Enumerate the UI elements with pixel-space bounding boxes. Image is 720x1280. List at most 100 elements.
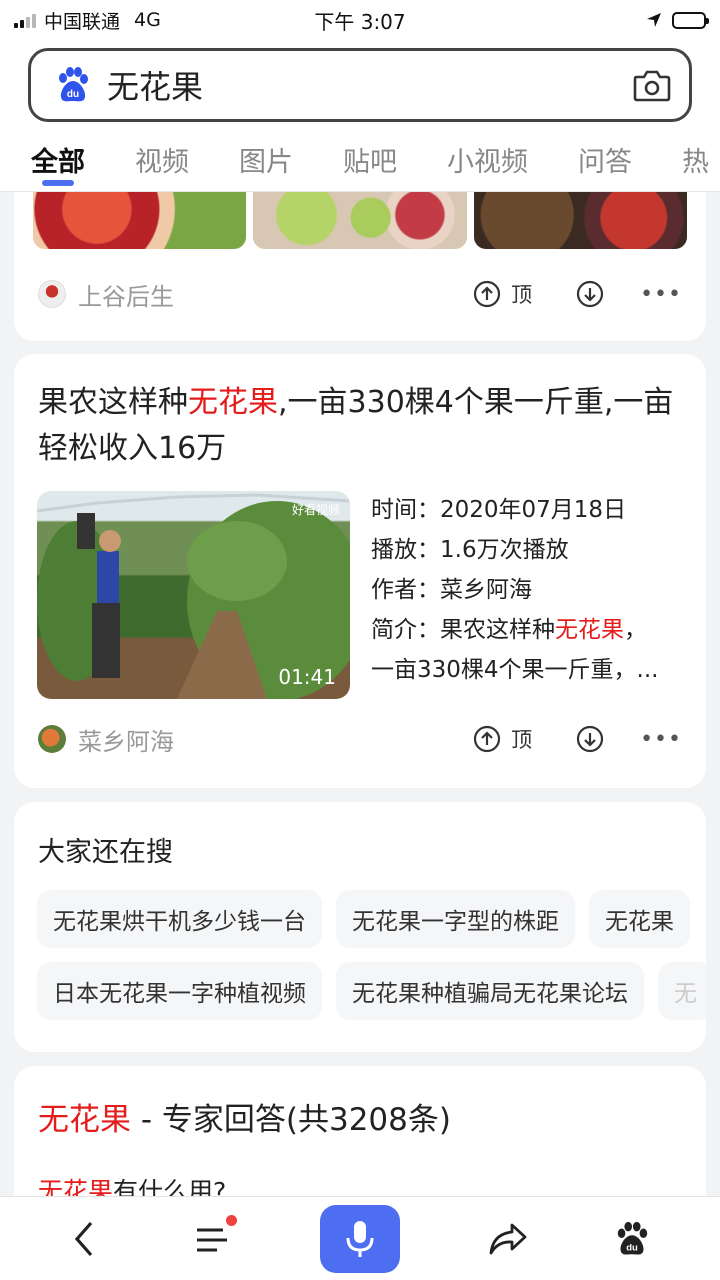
source-info[interactable]: 菜乡阿海 bbox=[38, 722, 174, 757]
tab-hot[interactable]: 热 bbox=[682, 130, 709, 179]
expert-question[interactable]: 无花果有什么用? bbox=[38, 1172, 226, 1196]
meta-intro: 简介：果农这样种无花果， bbox=[371, 610, 691, 650]
svg-text:du: du bbox=[626, 1242, 638, 1253]
downvote-icon bbox=[576, 725, 604, 753]
menu-button[interactable] bbox=[180, 1197, 244, 1280]
related-search-chip[interactable]: 无花果一字型的株距 bbox=[336, 890, 575, 948]
downvote-button[interactable] bbox=[576, 725, 604, 753]
video-meta: 时间：2020年07月18日 播放：1.6万次播放 作者：菜乡阿海 简介：果农这… bbox=[371, 490, 691, 690]
tab-images[interactable]: 图片 bbox=[239, 130, 293, 179]
source-avatar bbox=[38, 725, 66, 753]
tab-video[interactable]: 视频 bbox=[135, 130, 189, 179]
more-options-icon[interactable]: ••• bbox=[640, 282, 682, 307]
video-thumbnail[interactable]: 好看视频 01:41 bbox=[37, 491, 350, 699]
expert-answers-card[interactable]: 无花果 - 专家回答(共3208条) 无花果有什么用? bbox=[14, 1066, 706, 1196]
tab-short-video[interactable]: 小视频 bbox=[447, 130, 528, 179]
fig-image[interactable] bbox=[473, 192, 687, 249]
source-avatar bbox=[38, 280, 66, 308]
meta-author: 作者：菜乡阿海 bbox=[371, 570, 691, 610]
status-bar: 中国联通 4G 下午 3:07 bbox=[0, 0, 720, 40]
related-search-chip[interactable]: 无花果 bbox=[589, 890, 690, 948]
video-platform-logo: 好看视频 bbox=[291, 503, 340, 517]
expert-answers-title[interactable]: 无花果 - 专家回答(共3208条) bbox=[38, 1094, 451, 1139]
meta-plays: 播放：1.6万次播放 bbox=[371, 530, 691, 570]
share-button[interactable] bbox=[476, 1197, 540, 1280]
meta-label: 作者： bbox=[371, 577, 440, 603]
downvote-icon bbox=[576, 280, 604, 308]
tab-tieba[interactable]: 贴吧 bbox=[343, 130, 397, 179]
meta-value: 菜乡阿海 bbox=[440, 577, 532, 603]
downvote-button[interactable] bbox=[576, 280, 604, 308]
related-search-chip[interactable]: 无 bbox=[658, 962, 706, 1020]
question-text: 有什么用? bbox=[113, 1177, 227, 1196]
related-searches-title: 大家还在搜 bbox=[38, 837, 173, 868]
upvote-icon bbox=[473, 725, 501, 753]
meta-label: 时间： bbox=[371, 497, 440, 523]
source-info[interactable]: 上谷后生 bbox=[38, 277, 174, 312]
meta-value: 2020年07月18日 bbox=[440, 497, 627, 523]
related-searches-card: 大家还在搜 无花果烘干机多少钱一台 无花果一字型的株距 无花果 日本无花果一字种… bbox=[14, 802, 706, 1052]
video-title[interactable]: 果农这样种无花果,一亩330棵4个果一斤重,一亩轻松收入16万 bbox=[38, 380, 688, 472]
meta-value: 果农这样种 bbox=[440, 617, 555, 643]
baidu-paw-icon[interactable]: du bbox=[53, 65, 93, 105]
video-result-card[interactable]: 果农这样种无花果,一亩330棵4个果一斤重,一亩轻松收入16万 好看视频 01:… bbox=[14, 354, 706, 788]
related-chips: 无花果烘干机多少钱一台 无花果一字型的株距 无花果 日本无花果一字种植视频 无花… bbox=[37, 890, 706, 1034]
search-tabs: 全部 视频 图片 贴吧 小视频 问答 热 bbox=[0, 130, 720, 192]
microphone-icon bbox=[346, 1221, 374, 1257]
battery-icon bbox=[672, 11, 709, 29]
baidu-paw-icon: du bbox=[617, 1221, 648, 1255]
upvote-label: 顶 bbox=[511, 728, 533, 752]
back-button[interactable] bbox=[52, 1197, 116, 1280]
card-footer: 上谷后生 顶 ••• bbox=[14, 274, 706, 314]
carrier-name: 中国联通 bbox=[44, 10, 121, 33]
related-search-chip[interactable]: 日本无花果一字种植视频 bbox=[37, 962, 322, 1020]
network-type: 4G bbox=[134, 9, 161, 31]
bottom-nav-bar: du bbox=[0, 1196, 720, 1280]
source-name: 菜乡阿海 bbox=[78, 727, 174, 756]
camera-icon[interactable] bbox=[633, 68, 671, 102]
title-highlight: 无花果 bbox=[38, 1102, 131, 1138]
results-feed[interactable]: 上谷后生 顶 ••• 果农这样种无花果,一亩330棵4个果一斤重,一亩轻松收入1… bbox=[0, 192, 720, 1196]
search-header: du 无花果 bbox=[0, 40, 720, 130]
chip-row: 日本无花果一字种植视频 无花果种植骗局无花果论坛 无 bbox=[37, 962, 706, 1020]
video-duration: 01:41 bbox=[278, 665, 336, 689]
upvote-label: 顶 bbox=[511, 283, 533, 307]
search-box[interactable]: du 无花果 bbox=[28, 48, 692, 122]
more-options-icon[interactable]: ••• bbox=[640, 727, 682, 752]
menu-icon bbox=[197, 1228, 227, 1252]
related-search-chip[interactable]: 无花果种植骗局无花果论坛 bbox=[336, 962, 644, 1020]
upvote-button[interactable]: 顶 bbox=[473, 724, 576, 754]
image-result-card[interactable]: 上谷后生 顶 ••• bbox=[14, 192, 706, 341]
location-arrow-icon bbox=[647, 13, 661, 27]
meta-time: 时间：2020年07月18日 bbox=[371, 490, 691, 530]
share-icon bbox=[489, 1223, 527, 1255]
source-name: 上谷后生 bbox=[78, 282, 174, 311]
svg-text:du: du bbox=[67, 89, 79, 100]
fig-image[interactable] bbox=[33, 192, 247, 249]
question-highlight: 无花果 bbox=[38, 1177, 114, 1196]
chip-row: 无花果烘干机多少钱一台 无花果一字型的株距 无花果 bbox=[37, 890, 706, 948]
back-arrow-icon bbox=[74, 1221, 93, 1257]
meta-intro-cont: 一亩330棵4个果一斤重，... bbox=[371, 657, 659, 683]
meta-highlight: 无花果 bbox=[555, 617, 624, 643]
fig-image[interactable] bbox=[253, 192, 467, 249]
search-input[interactable]: 无花果 bbox=[107, 62, 633, 108]
meta-label: 播放： bbox=[371, 537, 440, 563]
notification-dot bbox=[226, 1215, 237, 1226]
fig-image-row bbox=[33, 192, 687, 249]
upvote-icon bbox=[473, 280, 501, 308]
tab-all[interactable]: 全部 bbox=[31, 130, 85, 186]
meta-label: 简介： bbox=[371, 617, 440, 643]
voice-search-button[interactable] bbox=[320, 1205, 400, 1273]
title-text: 果农这样种 bbox=[38, 385, 188, 420]
tab-qa[interactable]: 问答 bbox=[578, 130, 632, 179]
meta-value: 1.6万次播放 bbox=[440, 537, 569, 563]
title-highlight: 无花果 bbox=[188, 385, 278, 420]
meta-value: ， bbox=[624, 617, 647, 643]
baidu-home-button[interactable]: du bbox=[600, 1197, 664, 1280]
card-footer: 菜乡阿海 顶 ••• bbox=[14, 719, 706, 759]
signal-strength-icon bbox=[14, 12, 36, 28]
related-search-chip[interactable]: 无花果烘干机多少钱一台 bbox=[37, 890, 322, 948]
title-text: - 专家回答(共3208条) bbox=[131, 1102, 451, 1138]
upvote-button[interactable]: 顶 bbox=[473, 279, 576, 309]
